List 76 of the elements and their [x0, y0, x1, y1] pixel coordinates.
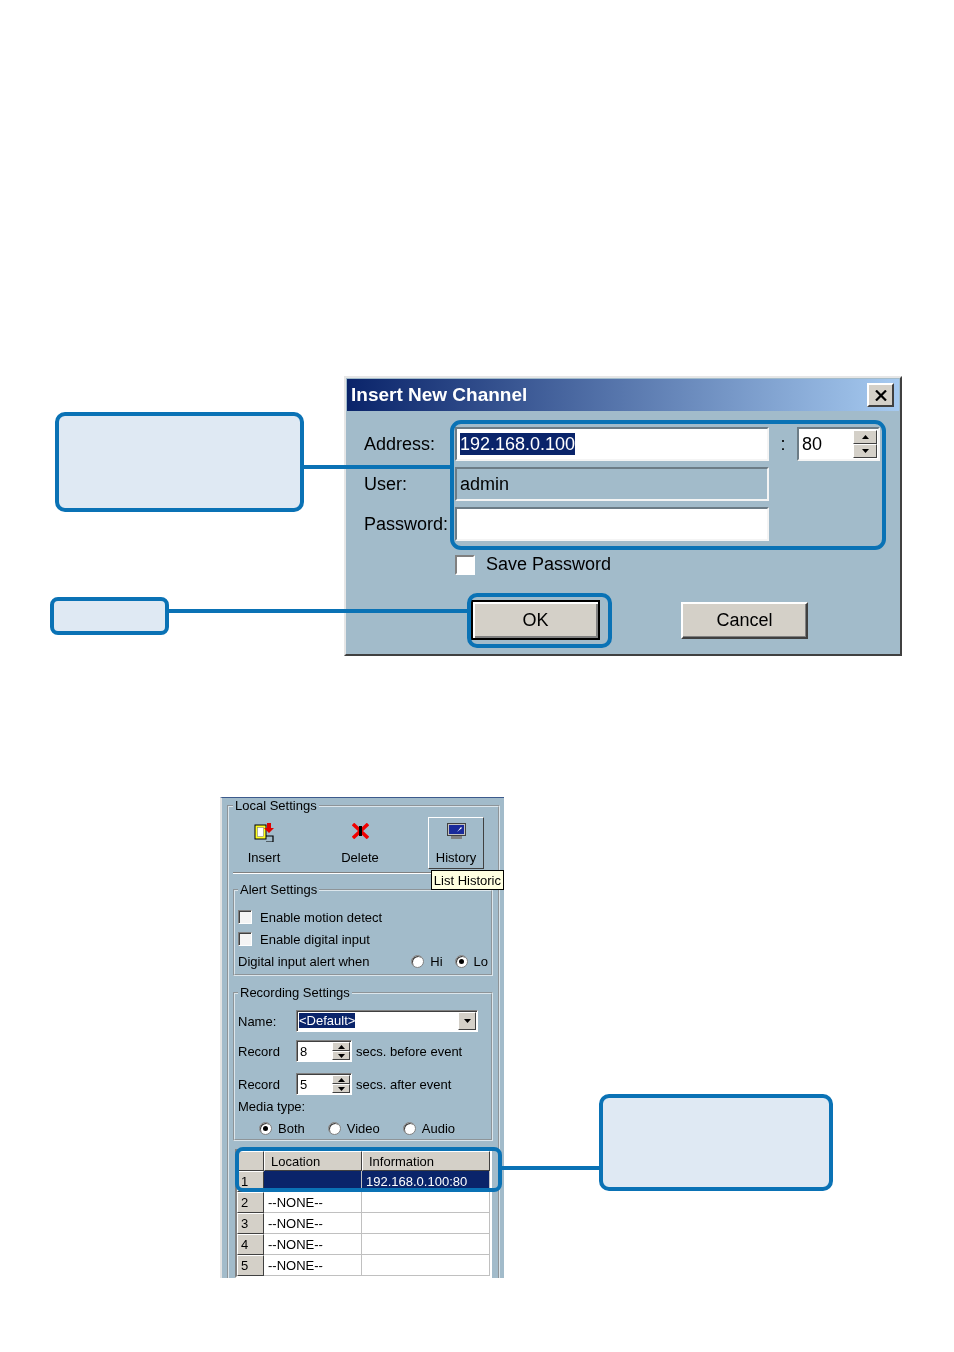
close-button[interactable] [867, 383, 894, 407]
radio-label: Audio [421, 1121, 455, 1136]
caret-down-icon [463, 1019, 471, 1023]
toolbar-button[interactable]: Insert [236, 817, 292, 869]
field-label: Record [238, 1043, 281, 1059]
radio-label: Hi [430, 953, 443, 969]
row-header[interactable]: 5 [237, 1255, 264, 1276]
field-label: Password: [364, 513, 450, 535]
column-header[interactable]: Location [264, 1151, 362, 1171]
radio-label: Lo [473, 953, 488, 969]
field-label: Record [238, 1076, 281, 1092]
spin-up-button[interactable] [332, 1075, 350, 1084]
close-icon [874, 389, 887, 401]
caret-down-icon [337, 1086, 345, 1091]
table-cell[interactable] [362, 1192, 490, 1213]
field-label: Media type: [238, 1098, 307, 1116]
radio-button[interactable] [259, 1122, 272, 1135]
checkbox[interactable] [455, 554, 475, 575]
unit-label: secs. after event [356, 1076, 453, 1092]
table-cell[interactable]: --NONE-- [264, 1213, 362, 1234]
checkbox[interactable] [238, 910, 252, 924]
row-header[interactable]: 3 [237, 1213, 264, 1234]
spin-down-button[interactable] [853, 444, 877, 458]
spin-down-button[interactable] [332, 1084, 350, 1093]
spin-down-button[interactable] [332, 1051, 350, 1060]
port-separator: : [779, 433, 787, 455]
toolbar-button[interactable]: Delete [332, 817, 388, 869]
checkbox-label: Save Password [486, 554, 612, 575]
dialog-button[interactable]: OK [471, 600, 600, 640]
radio-button[interactable] [402, 1122, 416, 1135]
table-cell[interactable] [362, 1213, 490, 1234]
row-header[interactable]: 2 [237, 1192, 264, 1213]
spin-field[interactable]: 80 [797, 427, 880, 461]
group-title: Local Settings [234, 798, 318, 814]
text-field[interactable] [455, 507, 769, 541]
table-corner [237, 1151, 264, 1171]
checkbox[interactable] [238, 932, 252, 946]
table-cell[interactable]: --NONE-- [264, 1234, 362, 1255]
dropdown-field[interactable]: <Default> [296, 1010, 478, 1032]
spin-field[interactable]: 8 [296, 1040, 352, 1062]
text-field[interactable]: 192.168.0.100 [455, 427, 769, 461]
unit-label: secs. before event [356, 1043, 464, 1059]
row-header[interactable]: 4 [237, 1234, 264, 1255]
radio-button[interactable] [327, 1122, 341, 1135]
field-label: Address: [364, 433, 437, 455]
toolbar-button[interactable]: History [428, 817, 484, 869]
dropdown-button[interactable] [458, 1012, 476, 1030]
window-title: Insert New Channel [351, 384, 528, 406]
dialog-button[interactable]: Cancel [681, 601, 808, 639]
spin-up-button[interactable] [853, 430, 877, 444]
spin-field[interactable]: 5 [296, 1073, 352, 1095]
page-arrow-icon [254, 823, 274, 842]
caret-up-icon [337, 1044, 345, 1049]
table-cell[interactable]: --NONE-- [264, 1192, 362, 1213]
checkbox-label: Enable digital input [260, 931, 370, 947]
group-title: Alert Settings [239, 882, 319, 898]
option-label: Digital input alert when [238, 953, 371, 969]
caret-up-icon [337, 1077, 345, 1082]
field-label: Name: [238, 1013, 278, 1029]
spin-up-button[interactable] [332, 1042, 350, 1051]
tooltip: List Historic [430, 870, 504, 890]
table-cell[interactable] [362, 1255, 490, 1276]
port-value: 80 [802, 433, 823, 455]
checkbox-label: Enable motion detect [260, 909, 383, 925]
field-label: User: [364, 473, 408, 495]
table-cell[interactable]: --NONE-- [264, 1255, 362, 1276]
radio-label: Both [278, 1121, 305, 1136]
caret-down-icon [337, 1053, 345, 1058]
column-header[interactable]: Information [362, 1151, 490, 1171]
caret-up-icon [861, 435, 869, 439]
monitor-icon [446, 823, 466, 839]
radio-label: Video [346, 1121, 380, 1136]
caret-down-icon [861, 449, 869, 453]
cross-icon [351, 823, 369, 839]
group-title: Recording Settings [239, 985, 351, 1001]
table-cell[interactable] [362, 1234, 490, 1255]
